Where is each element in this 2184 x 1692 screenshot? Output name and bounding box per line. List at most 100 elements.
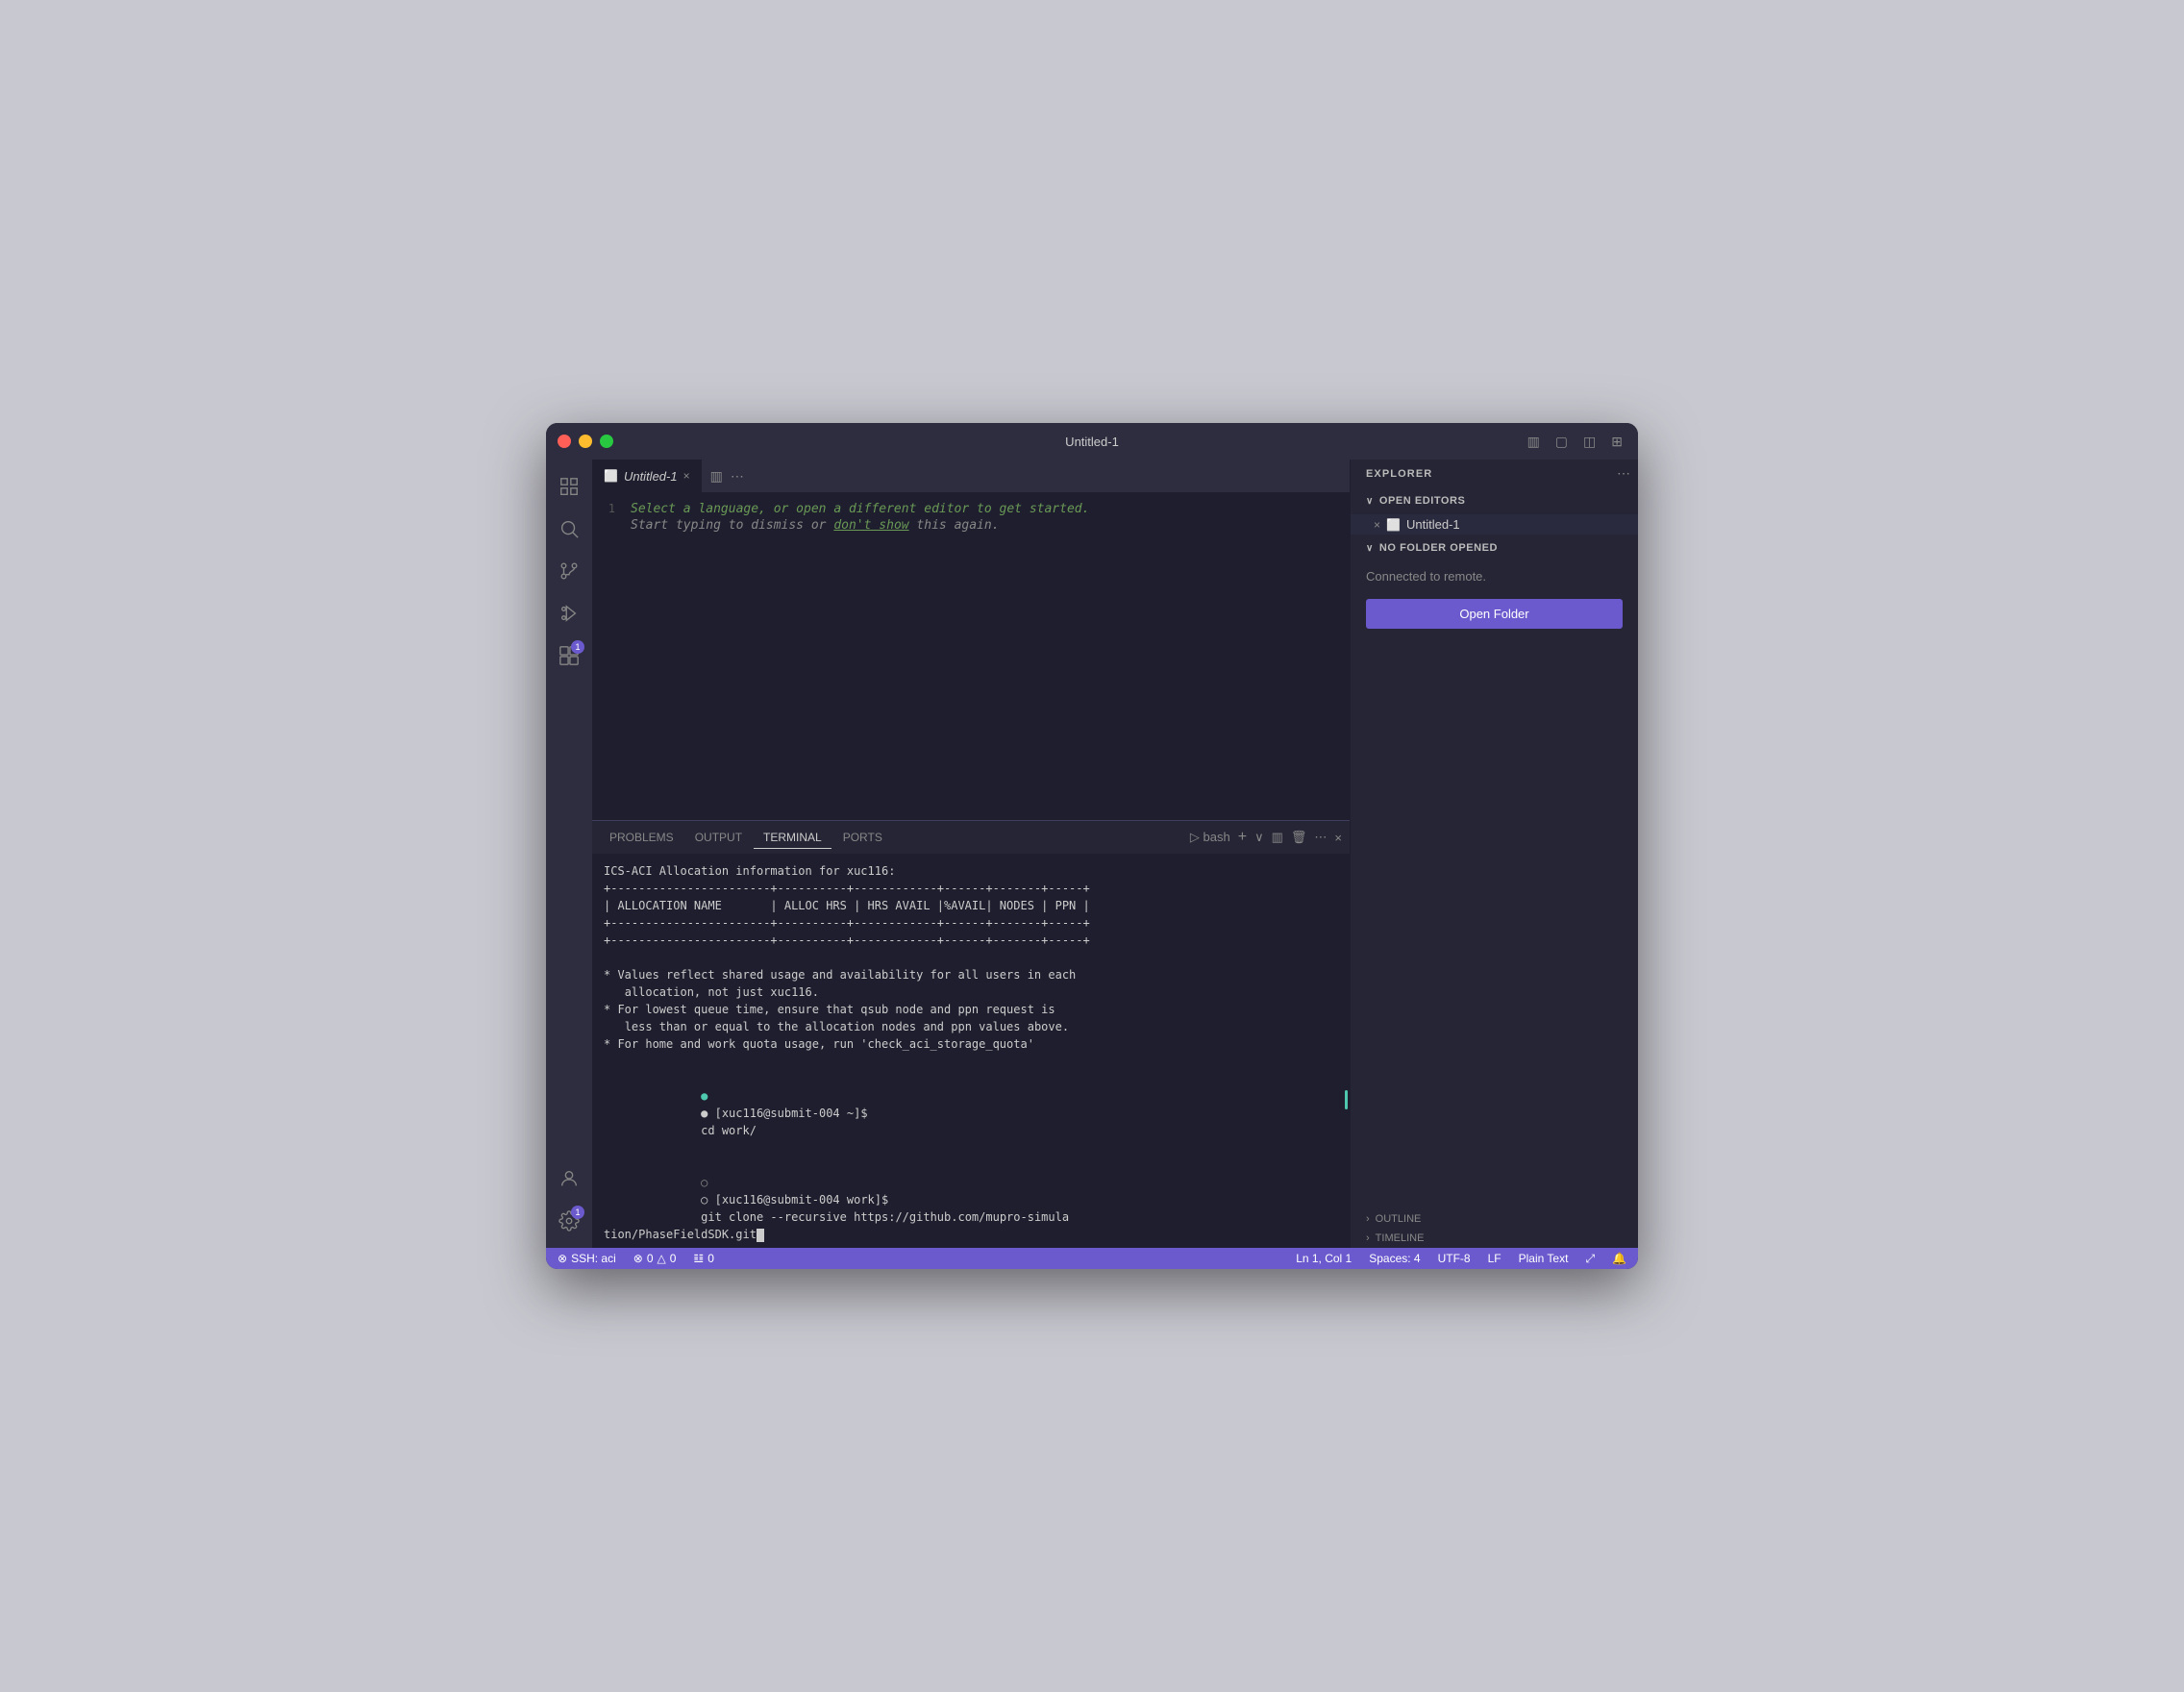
terminal-close-icon[interactable]: × bbox=[1334, 831, 1342, 845]
maximize-icon[interactable]: ▢ bbox=[1551, 432, 1572, 452]
editor-area: ⬜ Untitled-1 × ▥ ⋯ 1 Select a language, … bbox=[592, 460, 1350, 1248]
title-bar-actions: ▥ ▢ ◫ ⊞ bbox=[1524, 432, 1626, 452]
tab-bar: ⬜ Untitled-1 × ▥ ⋯ bbox=[592, 460, 1350, 493]
code-editor[interactable]: 1 Select a language, or open a different… bbox=[592, 493, 1350, 820]
terminal-trash-icon[interactable]: 🗑 bbox=[1291, 830, 1307, 845]
status-left: ⊗ SSH: aci ⊗ 0 △ 0 𝌭 0 bbox=[554, 1252, 718, 1265]
ssh-icon: ⊗ bbox=[558, 1252, 567, 1265]
terminal-chevron-icon[interactable]: ∨ bbox=[1254, 830, 1264, 845]
terminal-content[interactable]: ICS-ACI Allocation information for xuc11… bbox=[592, 855, 1350, 1248]
account-activity-icon[interactable] bbox=[550, 1159, 588, 1198]
terminal-add-icon[interactable]: + bbox=[1238, 829, 1247, 846]
dont-show-link[interactable]: don't show bbox=[833, 518, 908, 533]
terminal-prompt-2: ○ ○ [xuc116@submit-004 work]$ git clone … bbox=[604, 1157, 1338, 1248]
terminal-line-6: * Values reflect shared usage and availa… bbox=[604, 966, 1338, 983]
position-text: Ln 1, Col 1 bbox=[1296, 1252, 1352, 1265]
more-actions-icon[interactable]: ⋯ bbox=[731, 468, 744, 485]
settings-badge: 1 bbox=[571, 1206, 584, 1219]
eol-text: LF bbox=[1488, 1252, 1502, 1265]
tab-problems[interactable]: PROBLEMS bbox=[600, 827, 683, 848]
open-editors-label: OPEN EDITORS bbox=[1379, 495, 1466, 507]
spaces-text: Spaces: 4 bbox=[1369, 1252, 1420, 1265]
editor-hint-line2: Start typing to dismiss or don't show th… bbox=[631, 518, 1350, 533]
bell-icon: 🔔 bbox=[1612, 1252, 1626, 1265]
file-icon: ⬜ bbox=[604, 469, 618, 483]
open-editors-item[interactable]: × ⬜ Untitled-1 bbox=[1351, 514, 1638, 535]
code-line-1: 1 Select a language, or open a different… bbox=[592, 501, 1350, 517]
language-status[interactable]: Plain Text bbox=[1515, 1252, 1573, 1265]
eol-status[interactable]: LF bbox=[1484, 1252, 1505, 1265]
editor-tab[interactable]: ⬜ Untitled-1 × bbox=[592, 460, 703, 492]
timeline-section[interactable]: › TIMELINE bbox=[1351, 1229, 1638, 1248]
no-folder-header[interactable]: ∨ NO FOLDER OPENED bbox=[1351, 535, 1638, 561]
grid-icon[interactable]: ⊞ bbox=[1607, 432, 1626, 452]
open-editors-filename: Untitled-1 bbox=[1406, 517, 1460, 532]
terminal-split-icon[interactable]: ▥ bbox=[1272, 830, 1283, 845]
sidebar-spacer bbox=[1351, 636, 1638, 1209]
feedback-icon[interactable]: ⤢ bbox=[1581, 1252, 1599, 1266]
notification-icon[interactable]: 🔔 bbox=[1608, 1252, 1630, 1265]
search-activity-icon[interactable] bbox=[550, 510, 588, 548]
sidebar-right-icon[interactable]: ◫ bbox=[1579, 432, 1600, 452]
sidebar-title: EXPLORER bbox=[1366, 468, 1432, 480]
encoding-status[interactable]: UTF-8 bbox=[1434, 1252, 1475, 1265]
outline-chevron: › bbox=[1366, 1213, 1370, 1225]
errors-status[interactable]: ⊗ 0 △ 0 bbox=[630, 1252, 681, 1265]
extensions-badge: 1 bbox=[571, 640, 584, 654]
outline-label: OUTLINE bbox=[1376, 1213, 1422, 1225]
spaces-status[interactable]: Spaces: 4 bbox=[1365, 1252, 1424, 1265]
sidebar-header-actions: ⋯ bbox=[1617, 465, 1630, 482]
title-bar: Untitled-1 ▥ ▢ ◫ ⊞ bbox=[546, 423, 1638, 460]
terminal-line-7: allocation, not just xuc116. bbox=[604, 983, 1338, 1001]
explorer-activity-icon[interactable] bbox=[550, 467, 588, 506]
layout-icon[interactable]: ▥ bbox=[1524, 432, 1544, 452]
ssh-label: SSH: aci bbox=[571, 1252, 616, 1265]
open-editors-chevron: ∨ bbox=[1366, 496, 1374, 507]
run-debug-activity-icon[interactable] bbox=[550, 594, 588, 633]
ssh-status[interactable]: ⊗ SSH: aci bbox=[554, 1252, 620, 1265]
tab-close-button[interactable]: × bbox=[683, 469, 690, 483]
source-control-activity-icon[interactable] bbox=[550, 552, 588, 590]
tab-ports[interactable]: PORTS bbox=[833, 827, 892, 848]
close-button[interactable] bbox=[558, 435, 571, 448]
tab-terminal[interactable]: TERMINAL bbox=[754, 827, 831, 849]
open-editors-header[interactable]: ∨ OPEN EDITORS bbox=[1351, 487, 1638, 514]
status-bar: ⊗ SSH: aci ⊗ 0 △ 0 𝌭 0 Ln 1, Col 1 Space… bbox=[546, 1248, 1638, 1269]
sidebar-header: EXPLORER ⋯ bbox=[1351, 460, 1638, 487]
terminal-bullet-2: ○ bbox=[701, 1176, 714, 1189]
warning-icon: △ bbox=[658, 1252, 666, 1265]
sidebar-more-icon[interactable]: ⋯ bbox=[1617, 465, 1630, 482]
terminal-line-9: less than or equal to the allocation nod… bbox=[604, 1018, 1338, 1035]
position-status[interactable]: Ln 1, Col 1 bbox=[1292, 1252, 1355, 1265]
terminal-run-icon[interactable]: ▷ bash bbox=[1190, 830, 1230, 845]
tab-output[interactable]: OUTPUT bbox=[685, 827, 752, 848]
tab-bar-actions: ▥ ⋯ bbox=[710, 460, 744, 492]
settings-activity-icon[interactable]: 1 bbox=[550, 1202, 588, 1240]
remote-status[interactable]: 𝌭 0 bbox=[689, 1252, 717, 1265]
window-title: Untitled-1 bbox=[1065, 435, 1119, 449]
terminal-line-3: | ALLOCATION NAME | ALLOC HRS | HRS AVAI… bbox=[604, 897, 1338, 914]
outline-section[interactable]: › OUTLINE bbox=[1351, 1209, 1638, 1229]
error-count: 0 bbox=[647, 1252, 654, 1265]
minimize-button[interactable] bbox=[579, 435, 592, 448]
terminal-cmd-1: cd work/ bbox=[701, 1124, 757, 1137]
open-editors-close-icon[interactable]: × bbox=[1374, 518, 1380, 532]
main-content: 1 1 ⬜ Untitled-1 × bbox=[546, 460, 1638, 1248]
split-editor-icon[interactable]: ▥ bbox=[710, 468, 723, 485]
terminal-line-blank2 bbox=[604, 1053, 1338, 1070]
terminal-prompt-1: ● ● [xuc116@submit-004 ~]$ cd work/ bbox=[604, 1070, 1338, 1157]
terminal-line-5: +-----------------------+----------+----… bbox=[604, 932, 1338, 949]
terminal-more-icon[interactable]: ⋯ bbox=[1314, 830, 1327, 845]
line-number-1: 1 bbox=[592, 502, 631, 515]
terminal-line-2: +-----------------------+----------+----… bbox=[604, 880, 1338, 897]
language-text: Plain Text bbox=[1519, 1252, 1569, 1265]
panel-tabs: PROBLEMS OUTPUT TERMINAL PORTS ▷ bash + … bbox=[592, 821, 1350, 855]
terminal-cmd-2: git clone --recursive https://github.com… bbox=[604, 1210, 1069, 1241]
extensions-activity-icon[interactable]: 1 bbox=[550, 636, 588, 675]
vscode-window: Untitled-1 ▥ ▢ ◫ ⊞ bbox=[546, 423, 1638, 1269]
open-folder-button[interactable]: Open Folder bbox=[1366, 599, 1623, 629]
terminal-line-4: +-----------------------+----------+----… bbox=[604, 914, 1338, 932]
timeline-label: TIMELINE bbox=[1376, 1232, 1425, 1244]
maximize-button[interactable] bbox=[600, 435, 613, 448]
no-folder-label: NO FOLDER OPENED bbox=[1379, 542, 1498, 554]
